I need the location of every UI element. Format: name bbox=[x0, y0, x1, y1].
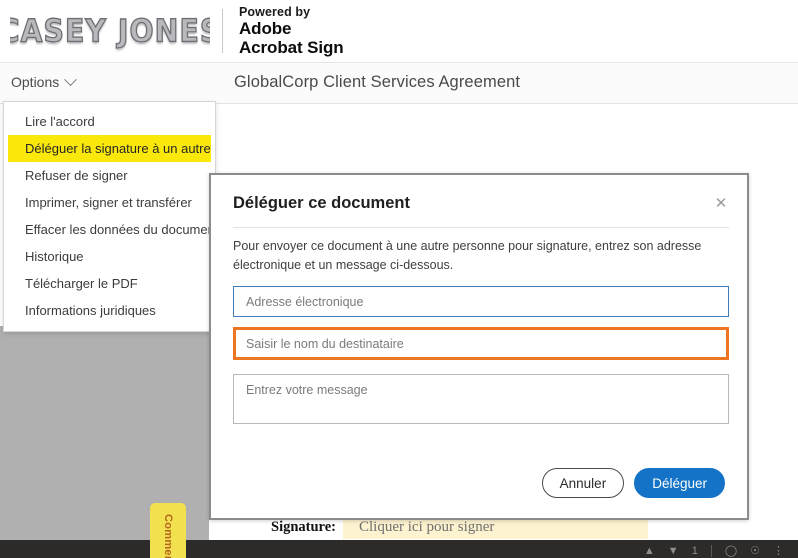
delegate-button[interactable]: Déléguer bbox=[634, 468, 725, 498]
powered-by-adobe: Powered by Adobe Acrobat Sign bbox=[239, 5, 344, 57]
zoom-out-icon[interactable]: ◯ bbox=[725, 544, 737, 557]
powered-by-label: Powered by bbox=[239, 4, 311, 19]
menu-item-read-agreement[interactable]: Lire l'accord bbox=[4, 108, 215, 135]
start-tab[interactable]: Commencer bbox=[150, 503, 186, 558]
delegate-document-dialog: Déléguer ce document ✕ Pour envoyer ce d… bbox=[209, 173, 749, 520]
fit-page-icon[interactable]: ⋮ bbox=[773, 544, 784, 557]
recipient-name-field[interactable]: Saisir le nom du destinataire bbox=[233, 327, 729, 360]
zoom-in-icon[interactable]: ☉ bbox=[750, 544, 760, 557]
menu-item-history[interactable]: Historique bbox=[4, 243, 215, 270]
message-field[interactable]: Entrez votre message bbox=[233, 374, 729, 424]
adobe-label: Adobe bbox=[239, 18, 292, 38]
page-indicator-icon: 1 bbox=[691, 544, 698, 557]
chevron-down-icon bbox=[64, 72, 78, 86]
app-root: CASEY JONES Powered by Adobe Acrobat Sig… bbox=[0, 0, 798, 558]
menu-item-download-pdf[interactable]: Télécharger le PDF bbox=[4, 270, 215, 297]
menu-item-print-sign-transfer[interactable]: Imprimer, signer et transférer bbox=[4, 189, 215, 216]
page-title: GlobalCorp Client Services Agreement bbox=[234, 73, 521, 91]
viewer-toolbar-icons: ▲ ▼ 1 ◯ ☉ ⋮ bbox=[644, 544, 784, 557]
cancel-button[interactable]: Annuler bbox=[541, 468, 625, 498]
dialog-description: Pour envoyer ce document à une autre per… bbox=[233, 239, 702, 272]
options-dropdown-menu: Lire l'accord Déléguer la signature à un… bbox=[3, 101, 218, 332]
dialog-divider bbox=[233, 227, 729, 228]
email-field[interactable]: Adresse électronique bbox=[233, 286, 729, 317]
dialog-actions: Annuler Déléguer bbox=[541, 468, 725, 498]
menu-item-legal-notices[interactable]: Informations juridiques bbox=[4, 297, 215, 324]
menu-item-delegate-signing[interactable]: Déléguer la signature à un autre bbox=[8, 135, 211, 162]
start-tab-label: Commencer bbox=[162, 513, 174, 558]
menu-item-clear-document-data[interactable]: Effacer les données du document bbox=[4, 216, 218, 243]
viewer-bottom-toolbar: ▲ ▼ 1 ◯ ☉ ⋮ bbox=[0, 540, 798, 558]
signature-label: Signature: bbox=[271, 518, 336, 535]
menu-item-decline-to-sign[interactable]: Refuser de signer bbox=[4, 162, 215, 189]
signature-field-placeholder: Cliquer ici pour signer bbox=[359, 518, 495, 535]
options-button-label: Options bbox=[11, 74, 60, 90]
company-logo-text: CASEY JONES bbox=[10, 12, 210, 49]
brand-header: CASEY JONES Powered by Adobe Acrobat Sig… bbox=[0, 0, 798, 62]
close-icon[interactable]: ✕ bbox=[711, 193, 731, 213]
brand-divider bbox=[222, 9, 223, 53]
up-arrow-icon[interactable]: ▲ bbox=[644, 545, 655, 557]
options-bar: Options GlobalCorp Client Services Agree… bbox=[0, 62, 798, 104]
down-arrow-icon[interactable]: ▼ bbox=[668, 545, 679, 557]
acrobat-sign-label: Acrobat Sign bbox=[239, 38, 344, 57]
company-logo: CASEY JONES bbox=[10, 8, 210, 54]
dialog-title: Déléguer ce document bbox=[233, 194, 410, 212]
options-button[interactable]: Options bbox=[11, 72, 78, 90]
toolbar-divider bbox=[710, 544, 712, 557]
